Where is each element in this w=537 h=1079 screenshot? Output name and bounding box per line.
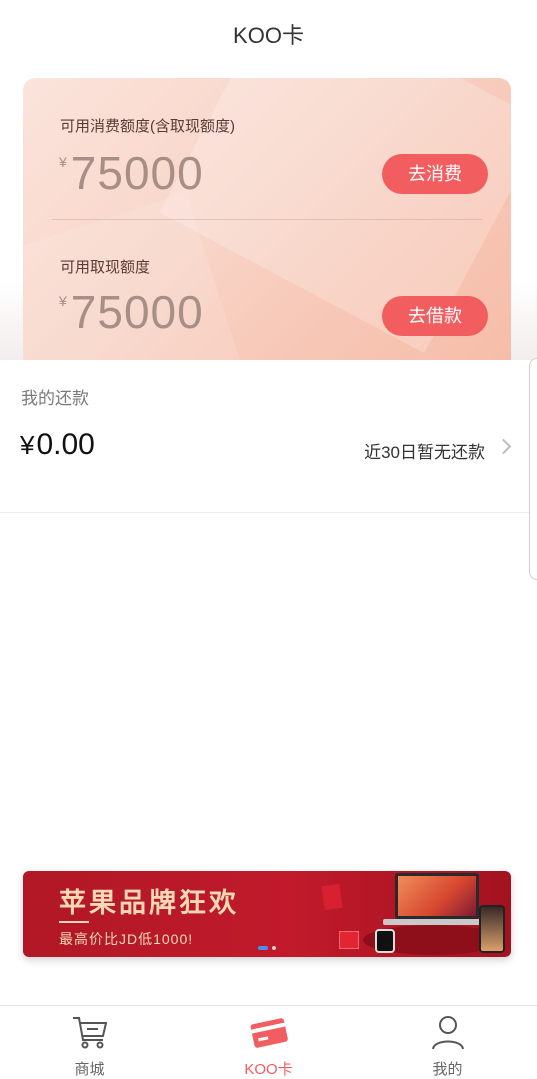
repayment-status: 近30日暂无还款 bbox=[364, 443, 485, 462]
side-scroll-handle[interactable] bbox=[529, 358, 537, 580]
pagination-dot-active[interactable] bbox=[258, 946, 268, 950]
currency-symbol: ¥ bbox=[20, 430, 35, 460]
banner-title: 苹果品牌狂欢 bbox=[59, 888, 239, 918]
promo-banner[interactable]: 苹果品牌狂欢 最高价比JD低1000! bbox=[23, 871, 511, 957]
repayment-title: 我的还款 bbox=[21, 389, 89, 408]
repayment-amount: ¥ 0.00 bbox=[20, 428, 95, 462]
cart-icon bbox=[73, 1017, 108, 1049]
user-icon bbox=[432, 1016, 464, 1050]
card-icon bbox=[250, 1018, 288, 1048]
credit-card-panel: 可用消费额度(含取现额度) ¥ 75000 去消费 可用取现额度 ¥ 75000… bbox=[23, 78, 511, 368]
currency-symbol: ¥ bbox=[59, 154, 67, 170]
tab-mall-label: 商城 bbox=[74, 1061, 105, 1078]
cash-limit-value: 75000 bbox=[70, 286, 204, 338]
repayment-section[interactable]: 我的还款 ¥ 0.00 近30日暂无还款 bbox=[0, 360, 537, 513]
tab-mine[interactable]: 我的 bbox=[358, 1006, 537, 1079]
laptop-base-image bbox=[383, 919, 491, 925]
consume-limit-amount: ¥ 75000 bbox=[59, 150, 204, 196]
laptop-image bbox=[395, 873, 479, 919]
banner-pagination[interactable] bbox=[258, 946, 276, 950]
banner-divider bbox=[59, 921, 89, 923]
chevron-right-icon[interactable] bbox=[495, 438, 512, 455]
bottom-tab-bar: 商城 KOO卡 我的 bbox=[0, 1005, 537, 1079]
card-divider bbox=[52, 219, 482, 220]
cash-limit-amount: ¥ 75000 bbox=[59, 289, 204, 335]
gift-box-image bbox=[321, 883, 343, 911]
pagination-dot[interactable] bbox=[272, 946, 276, 950]
currency-symbol: ¥ bbox=[59, 293, 67, 309]
banner-subtitle: 最高价比JD低1000! bbox=[59, 931, 194, 947]
watch-image bbox=[375, 929, 395, 953]
consume-limit-value: 75000 bbox=[70, 147, 204, 199]
consume-limit-label: 可用消费额度(含取现额度) bbox=[60, 118, 235, 135]
phone-image bbox=[479, 905, 505, 953]
tab-mine-label: 我的 bbox=[432, 1061, 463, 1078]
gift-image bbox=[339, 931, 359, 949]
page-title: KOO卡 bbox=[233, 23, 304, 48]
go-borrow-button[interactable]: 去借款 bbox=[382, 296, 488, 336]
tab-mall[interactable]: 商城 bbox=[0, 1006, 179, 1079]
repayment-value: 0.00 bbox=[36, 428, 95, 461]
tab-koo-card[interactable]: KOO卡 bbox=[179, 1006, 358, 1079]
cash-limit-label: 可用取现额度 bbox=[60, 259, 151, 276]
go-consume-button[interactable]: 去消费 bbox=[382, 154, 488, 194]
tab-koo-card-label: KOO卡 bbox=[244, 1061, 293, 1078]
